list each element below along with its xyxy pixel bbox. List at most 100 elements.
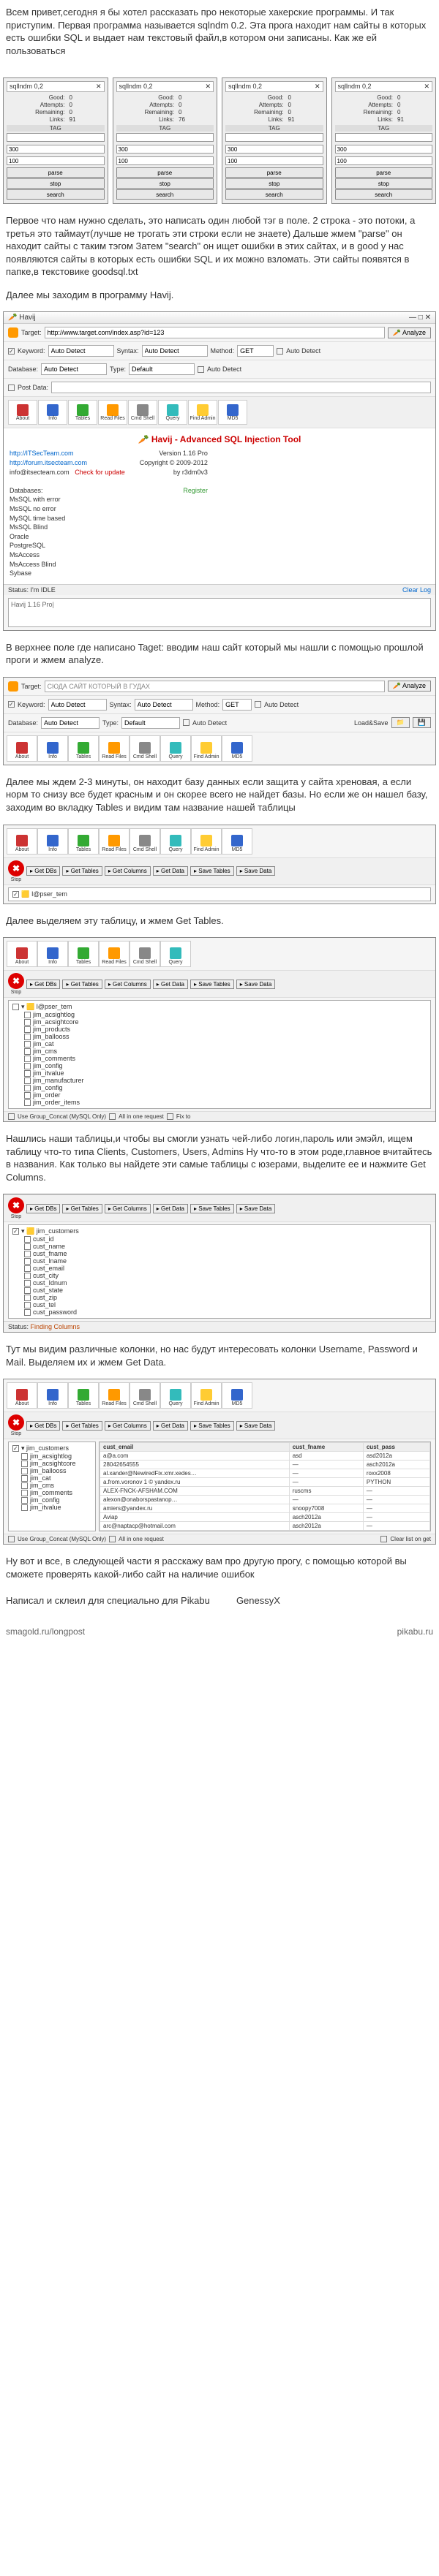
tag-input[interactable] xyxy=(225,133,323,142)
table-item[interactable]: jim_itvalue xyxy=(11,1069,428,1077)
data-row[interactable]: ALEX-FNCK-AFSHAM.COMruscms— xyxy=(100,1487,430,1496)
col-header[interactable]: cust_email xyxy=(100,1443,290,1452)
tab-tables[interactable]: Tables xyxy=(68,735,99,762)
table-item[interactable]: jim_order xyxy=(11,1091,428,1099)
analyze-button-2[interactable]: 🥕 Analyze xyxy=(388,681,431,692)
save-button[interactable]: 💾 xyxy=(413,717,431,728)
data-row[interactable]: 28042654555—asch2012a xyxy=(100,1461,430,1469)
tab-tables[interactable]: Tables xyxy=(68,400,97,425)
tab-query[interactable]: Query xyxy=(160,828,191,855)
search-button[interactable]: search xyxy=(225,189,323,200)
tab-read-files[interactable]: Read Files xyxy=(99,828,130,855)
timeout-input[interactable] xyxy=(7,156,105,165)
get-tables-button[interactable]: ▸ Get Tables xyxy=(62,1204,102,1213)
table-item[interactable]: jim_manufacturer xyxy=(11,1077,428,1084)
close-icon[interactable]: ✕ xyxy=(424,83,429,91)
tab-tables[interactable]: Tables xyxy=(68,941,99,967)
tab-md5[interactable]: MD5 xyxy=(218,400,247,425)
tab-read-files[interactable]: Read Files xyxy=(99,941,130,967)
tree-root[interactable]: ▾ 🟨 jim_customers xyxy=(11,1227,428,1235)
tab-about[interactable]: About xyxy=(7,941,37,967)
close-icon[interactable]: ✕ xyxy=(315,83,320,91)
tab-info[interactable]: Info xyxy=(37,828,68,855)
tab-find-admin[interactable]: Find Admin xyxy=(191,1382,222,1409)
column-item[interactable]: cust_state xyxy=(11,1287,428,1294)
stop-button[interactable]: ✖ xyxy=(8,860,24,876)
column-item[interactable]: cust_zip xyxy=(11,1294,428,1301)
get-tables-button[interactable]: ▸ Get Tables xyxy=(62,980,102,989)
threads-input[interactable] xyxy=(116,145,214,154)
col-header[interactable]: cust_fname xyxy=(289,1443,363,1452)
tab-cmd-shell[interactable]: Cmd Shell xyxy=(128,400,157,425)
data-row[interactable]: al.xander@NewiredFix.xmr.xedes…—roxx2008 xyxy=(100,1469,430,1478)
target-input[interactable] xyxy=(45,327,385,338)
tab-md5[interactable]: MD5 xyxy=(222,1382,252,1409)
save-data-button[interactable]: ▸ Save Data xyxy=(236,1421,276,1431)
table-item[interactable]: jim_acsightcore xyxy=(11,1460,93,1467)
get-columns-button[interactable]: ▸ Get Columns xyxy=(105,980,151,989)
tab-query[interactable]: Query xyxy=(160,941,191,967)
tab-find-admin[interactable]: Find Admin xyxy=(191,735,222,762)
column-item[interactable]: cust_fname xyxy=(11,1250,428,1257)
window-controls[interactable]: — □ ✕ xyxy=(409,314,431,322)
close-icon[interactable]: ✕ xyxy=(96,83,102,91)
tab-md5[interactable]: MD5 xyxy=(222,828,252,855)
save-data-button[interactable]: ▸ Save Data xyxy=(236,866,276,876)
table-item[interactable]: jim_cms xyxy=(11,1048,428,1055)
tab-tables[interactable]: Tables xyxy=(68,828,99,855)
tab-read-files[interactable]: Read Files xyxy=(99,1382,130,1409)
tab-about[interactable]: About xyxy=(7,1382,37,1409)
tab-about[interactable]: About xyxy=(7,735,37,762)
get-tables-button[interactable]: ▸ Get Tables xyxy=(62,1421,102,1431)
autodetect-check-2[interactable] xyxy=(198,366,204,373)
tab-query[interactable]: Query xyxy=(160,735,191,762)
tree-root[interactable]: ▾ jim_customers xyxy=(11,1444,93,1452)
data-row[interactable]: a.from.voronov 1 © yandex.ru—PYTHON xyxy=(100,1478,430,1487)
close-icon[interactable]: ✕ xyxy=(205,83,211,91)
stop-button[interactable]: ✖ xyxy=(8,973,24,989)
table-item[interactable]: jim_cat xyxy=(11,1040,428,1048)
table-item[interactable]: jim_products xyxy=(11,1026,428,1033)
postdata-input[interactable] xyxy=(51,382,431,393)
data-row[interactable]: alexon@onaborspastanop…—— xyxy=(100,1496,430,1504)
parse-button[interactable]: parse xyxy=(116,167,214,178)
tab-about[interactable]: About xyxy=(7,828,37,855)
search-button[interactable]: search xyxy=(116,189,214,200)
tree-db-root[interactable]: 🟨 l@pser_tem xyxy=(11,890,428,898)
data-row[interactable]: arc@naptacp@hotmail.comasch2012a— xyxy=(100,1522,430,1531)
get-dbs-button[interactable]: ▸ Get DBs xyxy=(26,1204,60,1213)
column-item[interactable]: cust_tel xyxy=(11,1301,428,1308)
analyze-button[interactable]: 🥕 Analyze xyxy=(388,327,431,338)
column-item[interactable]: cust_email xyxy=(11,1265,428,1272)
tab-about[interactable]: About xyxy=(8,400,37,425)
get-dbs-button[interactable]: ▸ Get DBs xyxy=(26,866,60,876)
tab-cmd-shell[interactable]: Cmd Shell xyxy=(130,735,160,762)
tab-read-files[interactable]: Read Files xyxy=(98,400,127,425)
threads-input[interactable] xyxy=(225,145,323,154)
save-tables-button[interactable]: ▸ Save Tables xyxy=(190,980,234,989)
stop-button[interactable]: ✖ xyxy=(8,1197,24,1213)
table-item[interactable]: jim_acsightlog xyxy=(11,1452,93,1460)
get-columns-button[interactable]: ▸ Get Columns xyxy=(105,1204,151,1213)
method-select[interactable] xyxy=(237,345,274,357)
parse-button[interactable]: parse xyxy=(225,167,323,178)
data-row[interactable]: a@a.comasdasd2012a xyxy=(100,1452,430,1461)
stop-button[interactable]: ✖ xyxy=(8,1414,24,1431)
register-link[interactable]: Register xyxy=(183,487,208,494)
get-data-button[interactable]: ▸ Get Data xyxy=(153,866,188,876)
table-item[interactable]: jim_config xyxy=(11,1062,428,1069)
save-tables-button[interactable]: ▸ Save Tables xyxy=(190,1421,234,1431)
table-item[interactable]: jim_comments xyxy=(11,1055,428,1062)
get-dbs-button[interactable]: ▸ Get DBs xyxy=(26,980,60,989)
tab-info[interactable]: Info xyxy=(37,941,68,967)
check-update-link[interactable]: Check for update xyxy=(75,469,125,476)
column-item[interactable]: cust_city xyxy=(11,1272,428,1279)
stop-button[interactable]: stop xyxy=(7,178,105,189)
tab-info[interactable]: Info xyxy=(37,735,68,762)
get-columns-button[interactable]: ▸ Get Columns xyxy=(105,1421,151,1431)
forum-link[interactable]: http://forum.itsecteam.com xyxy=(10,459,87,466)
column-item[interactable]: cust_Idnum xyxy=(11,1279,428,1287)
table-item[interactable]: jim_order_items xyxy=(11,1099,428,1106)
tab-info[interactable]: Info xyxy=(38,400,67,425)
table-item[interactable]: jim_comments xyxy=(11,1489,93,1496)
